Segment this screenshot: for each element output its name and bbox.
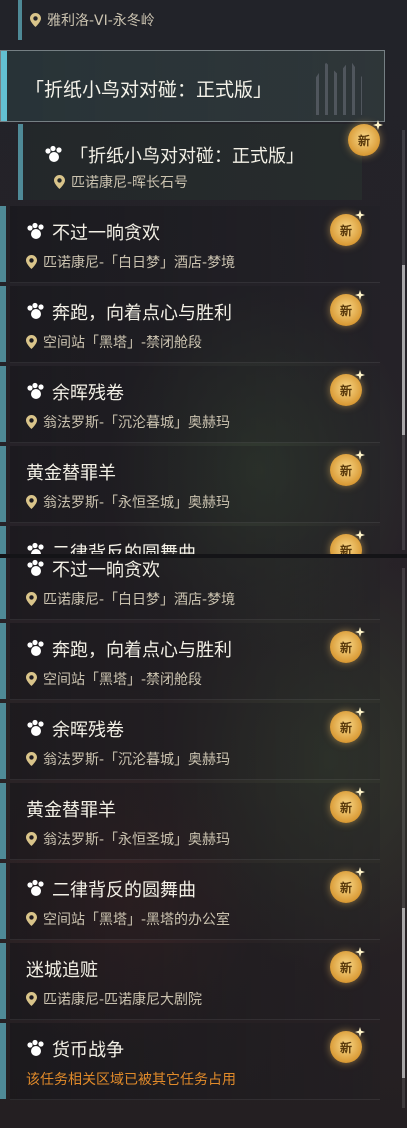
top-location-text: 雅利洛-VI-永冬岭 xyxy=(47,13,155,29)
expanded-quest-item[interactable]: 「折纸小鸟对对碰：正式版」 匹诺康尼-晖长石号 新 xyxy=(18,120,383,200)
location-pin-icon xyxy=(26,255,37,269)
location-pin-icon xyxy=(26,752,37,766)
paw-icon xyxy=(27,222,44,239)
item-accent-bar xyxy=(0,703,6,779)
location-pin-icon xyxy=(26,415,37,429)
new-badge: 新 xyxy=(330,627,365,663)
new-badge: 新 xyxy=(330,290,365,326)
quest-title: 不过一晌贪欢 xyxy=(52,560,160,581)
quest-list-lower[interactable]: 不过一晌贪欢匹诺康尼-「白日梦」酒店-梦境奔跑，向着点心与胜利空间站「黑塔」-禁… xyxy=(0,558,407,1128)
item-accent-bar xyxy=(18,124,23,200)
item-accent-bar xyxy=(0,783,6,859)
quest-title: 余晖残卷 xyxy=(52,720,124,741)
item-accent-bar xyxy=(0,526,6,554)
quest-list-item[interactable]: 不过一晌贪欢匹诺康尼-「白日梦」酒店-梦境 xyxy=(0,558,380,620)
quest-warning: 该任务相关区域已被其它任务占用 xyxy=(26,1072,236,1088)
location-pin-icon xyxy=(26,832,37,846)
quest-location: 匹诺康尼-晖长石号 xyxy=(71,175,189,191)
location-pin-icon xyxy=(26,672,37,686)
quest-list-item[interactable]: 二律背反的圆舞曲空间站「黑塔」-黑塔的办公室 新 xyxy=(0,863,380,940)
paw-icon xyxy=(45,145,62,162)
top-item-location: 雅利洛-VI-永冬岭 xyxy=(30,10,155,30)
quest-location: 空间站「黑塔」-禁闭舱段 xyxy=(43,335,203,351)
scrollbar-thumb[interactable] xyxy=(402,908,405,1078)
paw-icon xyxy=(27,719,44,736)
quest-list-item[interactable]: 黄金替罪羊翁法罗斯-「永恒圣城」奥赫玛 新 xyxy=(0,446,380,523)
quest-location: 匹诺康尼-「白日梦」酒店-梦境 xyxy=(43,255,236,271)
top-item-accent xyxy=(18,0,22,40)
quest-list-item[interactable]: 黄金替罪羊翁法罗斯-「永恒圣城」奥赫玛 新 xyxy=(0,783,380,860)
new-badge: 新 xyxy=(330,707,365,743)
item-accent-bar xyxy=(0,446,6,522)
quest-title: 余晖残卷 xyxy=(52,383,124,404)
quest-list-upper[interactable]: 雅利洛-VI-永冬岭 「折纸小鸟对对碰：正式版」 「折纸小鸟对对碰：正式版」 匹… xyxy=(0,0,407,554)
quest-location: 翁法罗斯-「沉沦暮城」奥赫玛 xyxy=(43,752,231,768)
quest-list-item[interactable]: 奔跑，向着点心与胜利空间站「黑塔」-禁闭舱段 新 xyxy=(0,286,380,363)
quest-list-item[interactable]: 奔跑，向着点心与胜利空间站「黑塔」-禁闭舱段 新 xyxy=(0,623,380,700)
item-accent-bar xyxy=(0,366,6,442)
paw-icon xyxy=(27,639,44,656)
quest-title: 迷城追赃 xyxy=(26,960,98,981)
item-accent-bar xyxy=(0,623,6,699)
location-pin-icon xyxy=(26,592,37,606)
quest-title: 黄金替罪羊 xyxy=(26,463,116,484)
quest-list-item[interactable]: 不过一晌贪欢匹诺康尼-「白日梦」酒店-梦境 新 xyxy=(0,206,380,283)
item-accent-bar xyxy=(0,286,6,362)
quest-location: 空间站「黑塔」-黑塔的办公室 xyxy=(43,912,231,928)
location-pin-icon xyxy=(26,335,37,349)
quest-location: 空间站「黑塔」-禁闭舱段 xyxy=(43,672,203,688)
quest-location: 翁法罗斯-「沉沦暮城」奥赫玛 xyxy=(43,415,231,431)
quest-list-item[interactable]: 二律背反的圆舞曲 新 xyxy=(0,526,380,554)
quest-location: 翁法罗斯-「永恒圣城」奥赫玛 xyxy=(43,495,231,511)
quest-location: 匹诺康尼-「白日梦」酒店-梦境 xyxy=(43,592,236,608)
new-badge: 新 xyxy=(330,530,365,554)
scrollbar-thumb[interactable] xyxy=(402,265,405,435)
location-pin-icon xyxy=(26,495,37,509)
quest-title: 二律背反的圆舞曲 xyxy=(52,880,196,901)
quest-title: 「折纸小鸟对对碰：正式版」 xyxy=(70,146,304,167)
paw-icon xyxy=(27,879,44,896)
item-accent-bar xyxy=(0,943,6,1019)
quest-title: 奔跑，向着点心与胜利 xyxy=(52,303,232,324)
selected-quest-title: 「折纸小鸟对对碰：正式版」 xyxy=(25,79,273,101)
location-pin-icon xyxy=(26,992,37,1006)
item-accent-bar xyxy=(0,1023,6,1099)
item-accent-bar xyxy=(0,206,6,282)
location-pin-icon xyxy=(30,13,41,27)
item-accent-bar xyxy=(0,863,6,939)
quest-location: 匹诺康尼-匹诺康尼大剧院 xyxy=(43,992,203,1008)
location-pin-icon xyxy=(26,912,37,926)
paw-icon xyxy=(27,382,44,399)
quest-title: 黄金替罪羊 xyxy=(26,800,116,821)
new-badge: 新 xyxy=(330,370,365,406)
quest-title: 二律背反的圆舞曲 xyxy=(52,543,196,554)
location-pin-icon xyxy=(54,175,65,189)
new-badge: 新 xyxy=(330,867,365,903)
paw-icon xyxy=(27,1039,44,1056)
quest-list-item[interactable]: 迷城追赃匹诺康尼-匹诺康尼大剧院 新 xyxy=(0,943,380,1020)
selected-quest-header[interactable]: 「折纸小鸟对对碰：正式版」 xyxy=(0,50,385,122)
castle-emblem-icon xyxy=(314,59,362,115)
quest-title: 不过一晌贪欢 xyxy=(52,223,160,244)
new-badge: 新 xyxy=(330,787,365,823)
new-badge: 新 xyxy=(330,210,365,246)
quest-title: 奔跑，向着点心与胜利 xyxy=(52,640,232,661)
quest-title: 货币战争 xyxy=(52,1040,124,1061)
new-badge: 新 xyxy=(330,450,365,486)
quest-list-item[interactable]: 余晖残卷翁法罗斯-「沉沦暮城」奥赫玛 新 xyxy=(0,703,380,780)
paw-icon xyxy=(27,542,44,554)
paw-icon xyxy=(27,559,44,576)
item-accent-bar xyxy=(0,558,6,619)
new-badge: 新 xyxy=(330,947,365,983)
quest-list-item[interactable]: 货币战争该任务相关区域已被其它任务占用 新 xyxy=(0,1023,380,1100)
quest-location: 翁法罗斯-「永恒圣城」奥赫玛 xyxy=(43,832,231,848)
paw-icon xyxy=(27,302,44,319)
new-badge: 新 xyxy=(348,120,383,156)
new-badge: 新 xyxy=(330,1027,365,1063)
selected-accent xyxy=(1,51,7,121)
quest-list-item[interactable]: 余晖残卷翁法罗斯-「沉沦暮城」奥赫玛 新 xyxy=(0,366,380,443)
